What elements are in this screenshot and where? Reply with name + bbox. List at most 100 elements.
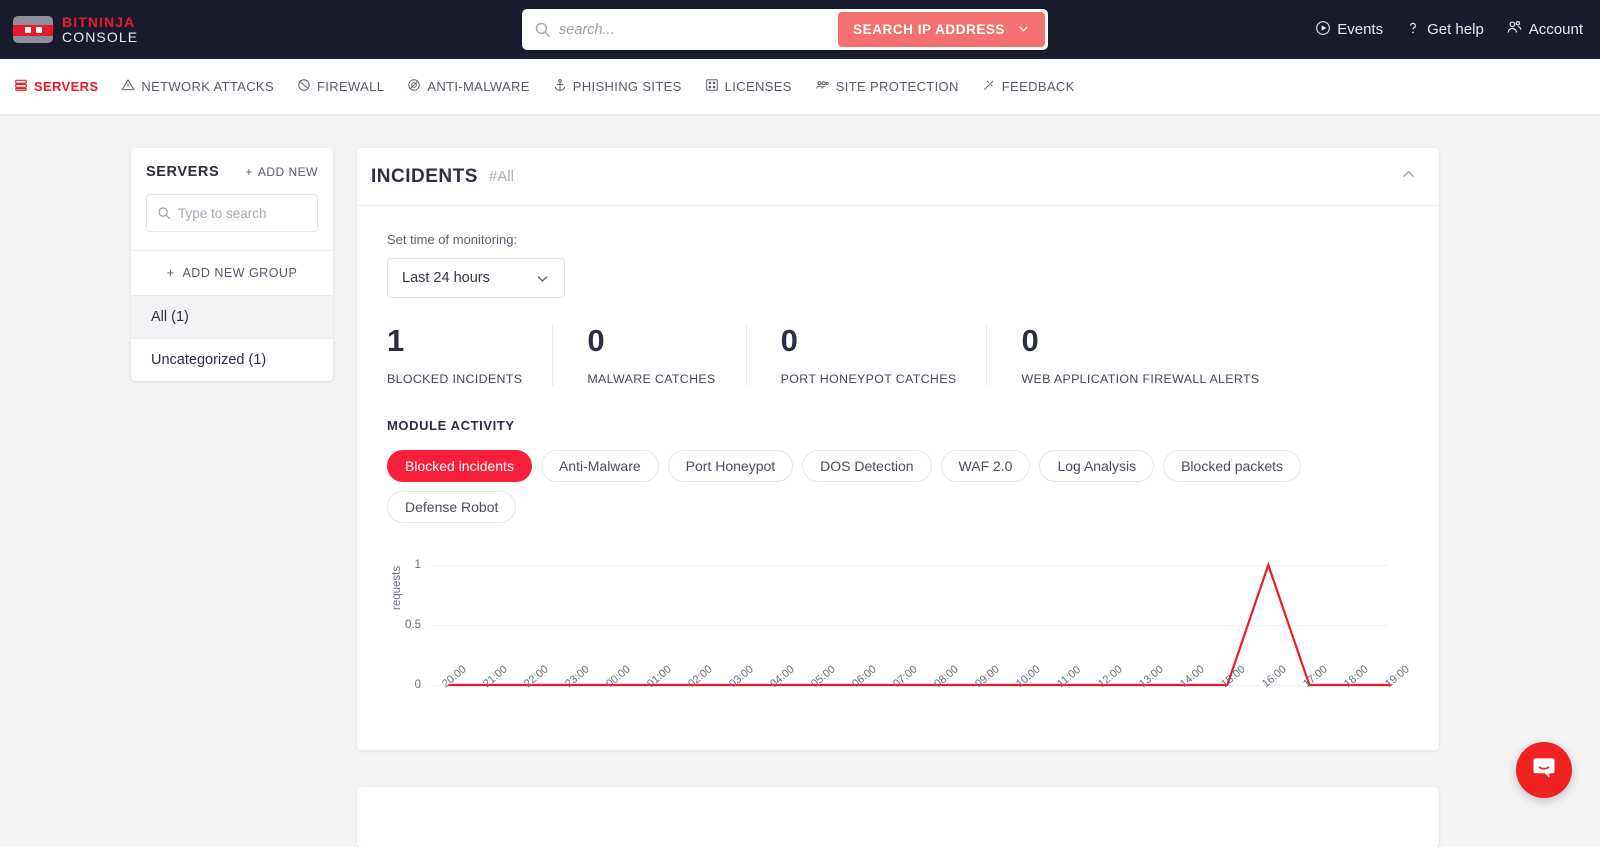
module-tab-anti-malware[interactable]: Anti-Malware	[541, 450, 659, 482]
top-nav-events[interactable]: Events	[1315, 20, 1383, 40]
stat-label: PORT HONEYPOT CATCHES	[781, 372, 957, 386]
nav-item-site-protection[interactable]: SITE PROTECTION	[815, 78, 959, 95]
nav-item-network-attacks-label: NETWORK ATTACKS	[141, 79, 274, 94]
servers-panel-top: SERVERS + ADD NEW	[131, 148, 333, 251]
stat-value: 0	[587, 325, 715, 356]
server-search-input[interactable]	[178, 206, 307, 221]
stat-label: BLOCKED INCIDENTS	[387, 372, 522, 386]
module-activity-tabs: Blocked incidents Anti-Malware Port Hone…	[387, 450, 1409, 523]
incidents-card-body: Set time of monitoring: Last 24 hours 1 …	[357, 206, 1439, 750]
stat-value: 0	[1021, 325, 1259, 356]
intercom-launcher[interactable]	[1516, 742, 1572, 798]
sidebar-group-all[interactable]: All (1)	[131, 296, 333, 339]
play-circle-icon	[1315, 20, 1331, 40]
nav-item-firewall-label: FIREWALL	[317, 79, 384, 94]
servers-panel-title: SERVERS	[146, 164, 219, 180]
module-tab-log-analysis[interactable]: Log Analysis	[1039, 450, 1154, 482]
module-tab-label: Blocked packets	[1181, 458, 1283, 474]
brand-line-1: BITNINJA	[62, 15, 138, 30]
sidebar-group-all-label: All (1)	[151, 309, 189, 325]
users-icon	[1506, 19, 1523, 40]
search-icon	[157, 206, 171, 220]
chart-x-axis: 20:0021:0022:0023:0000:0001:0002:0003:00…	[431, 681, 1387, 727]
plus-icon: +	[245, 165, 253, 179]
next-card	[357, 787, 1439, 847]
warning-triangle-icon	[121, 78, 135, 95]
server-search-box	[146, 194, 318, 232]
chevron-up-icon[interactable]	[1400, 166, 1417, 188]
top-bar: BITNINJA CONSOLE SEARCH IP ADDRESS	[0, 0, 1600, 59]
nav-item-anti-malware[interactable]: ANTI-MALWARE	[407, 78, 529, 95]
page-title: INCIDENTS	[371, 166, 478, 188]
incidents-scope-label: #All	[489, 168, 514, 185]
module-tab-label: Anti-Malware	[559, 458, 641, 474]
top-nav-get-help[interactable]: Get help	[1405, 20, 1484, 40]
add-new-label: ADD NEW	[258, 165, 318, 179]
nav-item-licenses[interactable]: LICENSES	[705, 78, 792, 95]
module-tab-label: WAF 2.0	[959, 458, 1013, 474]
stat-port-honeypot-catches: 0 PORT HONEYPOT CATCHES	[747, 325, 988, 386]
time-of-monitoring-label: Set time of monitoring:	[387, 232, 1409, 247]
stat-web-application-firewall-alerts: 0 WEB APPLICATION FIREWALL ALERTS	[987, 325, 1289, 386]
module-tab-waf-20[interactable]: WAF 2.0	[941, 450, 1031, 482]
nav-item-feedback-label: FEEDBACK	[1002, 79, 1075, 94]
add-new-group-label: ADD NEW GROUP	[182, 266, 297, 280]
bitninja-mask-icon	[13, 16, 53, 43]
add-new-group-button[interactable]: + ADD NEW GROUP	[131, 251, 333, 296]
module-tab-blocked-packets[interactable]: Blocked packets	[1163, 450, 1301, 482]
nav-item-phishing-sites[interactable]: PHISHING SITES	[553, 78, 682, 95]
module-tab-label: Port Honeypot	[686, 458, 776, 474]
stat-malware-catches: 0 MALWARE CATCHES	[553, 325, 746, 386]
module-tab-label: Log Analysis	[1057, 458, 1136, 474]
incidents-line-chart: requests 1 0.5 0 20:0021:0022:0023:0000:…	[387, 553, 1409, 728]
chart-y-tick: 1	[395, 559, 421, 571]
module-tab-defense-robot[interactable]: Defense Robot	[387, 491, 516, 523]
sidebar-group-uncategorized[interactable]: Uncategorized (1)	[131, 339, 333, 381]
chart-y-axis-label: requests	[391, 566, 403, 610]
time-range-select[interactable]: Last 24 hours	[387, 258, 565, 298]
stat-label: WEB APPLICATION FIREWALL ALERTS	[1021, 372, 1259, 386]
stat-blocked-incidents: 1 BLOCKED INCIDENTS	[387, 325, 553, 386]
stat-value: 0	[781, 325, 957, 356]
anti-malware-icon	[407, 78, 421, 95]
logo[interactable]: BITNINJA CONSOLE	[13, 15, 138, 44]
module-tab-port-honeypot[interactable]: Port Honeypot	[668, 450, 794, 482]
server-icon	[14, 78, 28, 95]
search-ip-address-button[interactable]: SEARCH IP ADDRESS	[838, 12, 1045, 47]
sidebar-group-uncategorized-label: Uncategorized (1)	[151, 352, 266, 368]
nav-item-anti-malware-label: ANTI-MALWARE	[427, 79, 529, 94]
nav-item-network-attacks[interactable]: NETWORK ATTACKS	[121, 78, 274, 95]
search-icon	[525, 21, 559, 38]
nav-item-site-protection-label: SITE PROTECTION	[836, 79, 959, 94]
site-protection-icon	[815, 78, 830, 95]
nav-item-firewall[interactable]: FIREWALL	[297, 78, 384, 95]
module-tab-label: DOS Detection	[820, 458, 913, 474]
plus-icon: +	[167, 266, 183, 280]
licenses-grid-icon	[705, 78, 719, 95]
module-nav: SERVERS NETWORK ATTACKS FIREWALL ANTI-MA…	[0, 59, 1600, 114]
feedback-icon	[982, 78, 996, 95]
add-new-server-button[interactable]: + ADD NEW	[245, 165, 318, 179]
chevron-down-icon	[535, 271, 550, 286]
top-nav-account[interactable]: Account	[1506, 19, 1583, 40]
nav-item-licenses-label: LICENSES	[725, 79, 792, 94]
chevron-down-icon	[1017, 22, 1030, 38]
incidents-card-header: INCIDENTS #All	[357, 148, 1439, 206]
page-content: SERVERS + ADD NEW + ADD NEW GROUP All (1…	[0, 114, 1600, 750]
incidents-card: INCIDENTS #All Set time of monitoring: L…	[357, 148, 1439, 750]
module-tab-dos-detection[interactable]: DOS Detection	[802, 450, 931, 482]
global-search: SEARCH IP ADDRESS	[522, 9, 1048, 50]
search-input[interactable]	[559, 12, 838, 47]
nav-item-servers-label: SERVERS	[34, 79, 98, 94]
time-range-value: Last 24 hours	[402, 270, 490, 286]
top-nav-account-label: Account	[1529, 21, 1583, 38]
stat-value: 1	[387, 325, 522, 356]
module-tab-blocked-incidents[interactable]: Blocked incidents	[387, 450, 532, 482]
nav-item-feedback[interactable]: FEEDBACK	[982, 78, 1075, 95]
firewall-icon	[297, 78, 311, 95]
module-tab-label: Defense Robot	[405, 499, 498, 515]
module-tab-label: Blocked incidents	[405, 458, 514, 474]
question-mark-icon	[1405, 20, 1421, 40]
nav-item-servers[interactable]: SERVERS	[14, 78, 98, 95]
brand-line-2: CONSOLE	[62, 30, 138, 45]
